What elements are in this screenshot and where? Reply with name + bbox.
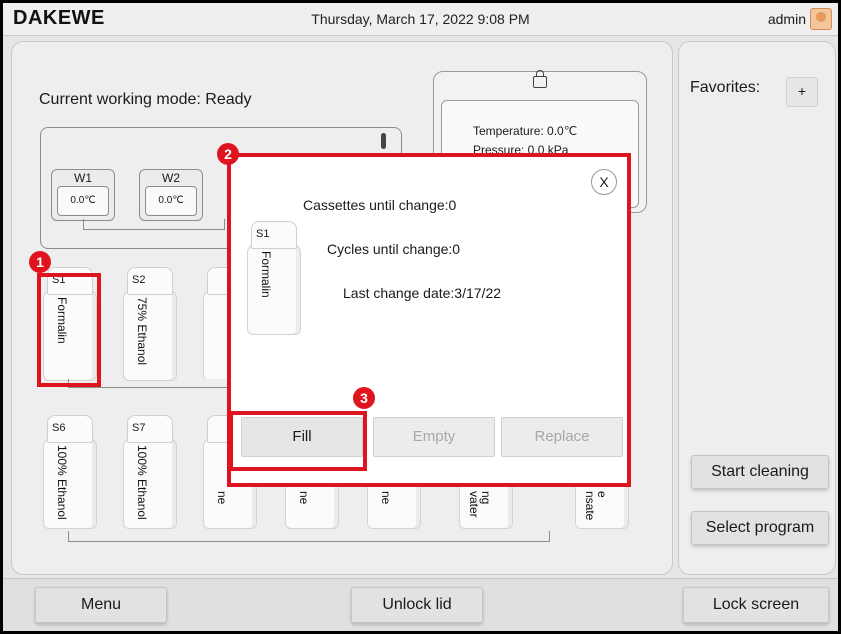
working-mode: Current working mode: Ready [39,91,252,108]
menu-button[interactable]: Menu [35,587,167,623]
highlight-box-1 [37,273,101,387]
lock-screen-button[interactable]: Lock screen [683,587,829,623]
bottle-name-fragment: ne [215,491,229,505]
last-change-date: Last change date:3/17/22 [343,285,502,301]
cycles-until-change: Cycles until change:0 [327,241,461,257]
reagent-bottle-s3[interactable] [203,267,227,379]
side-panel [678,41,836,575]
bottle-name-fragment: e [595,491,609,498]
screen-frame: DAKEWE Thursday, March 17, 2022 9:08 PM … [0,0,841,634]
annotation-badge-2: 2 [217,143,239,165]
add-favorite-button[interactable]: + [786,77,818,107]
wax-bath-label: W1 [74,171,92,185]
top-bar: DAKEWE Thursday, March 17, 2022 9:08 PM … [3,3,838,36]
reagent-bottle-s2[interactable]: S2 75% Ethanol [123,267,177,381]
bottle-name-fragment: ne [379,491,393,505]
bottle-id: S1 [256,228,270,240]
annotation-badge-1: 1 [29,251,51,273]
bottle-id: S6 [52,422,66,434]
lock-icon [533,70,547,88]
wax-bath-temp: 0.0℃ [145,186,197,216]
screen: DAKEWE Thursday, March 17, 2022 9:08 PM … [3,3,838,631]
replace-button[interactable]: Replace [501,417,623,457]
user-name[interactable]: admin [768,11,806,27]
wax-bath-temp: 0.0℃ [57,186,109,216]
wax-bath-w1[interactable]: W1 0.0℃ [51,169,115,221]
bottle-id: S7 [132,422,146,434]
empty-button[interactable]: Empty [373,417,495,457]
thermometer-icon [381,133,386,149]
bottle-name: 75% Ethanol [135,297,149,366]
reagent-bottle-s7[interactable]: S7 100% Ethanol [123,415,177,529]
unlock-lid-button[interactable]: Unlock lid [351,587,483,623]
select-program-button[interactable]: Select program [691,511,829,545]
cassettes-until-change: Cassettes until change:0 [303,197,457,213]
highlight-box-3 [229,411,367,471]
bottle-name: Formalin [259,251,273,298]
bottle-id: S2 [132,274,146,286]
wax-bath-label: W2 [162,171,180,185]
bottle-name-fragment: ng [479,491,493,505]
pipe [68,531,550,542]
retort-temperature: Temperature: 0.0℃ [473,124,578,138]
datetime: Thursday, March 17, 2022 9:08 PM [311,11,530,27]
bottle-name-fragment: ne [297,491,311,505]
close-button[interactable]: X [591,169,617,195]
favorites-label: Favorites: [690,79,761,96]
bottle-name: 100% Ethanol [135,445,149,520]
annotation-badge-3: 3 [353,387,375,409]
bottle-name: 100% Ethanol [55,445,69,520]
start-cleaning-button[interactable]: Start cleaning [691,455,829,489]
avatar[interactable] [810,8,832,30]
reagent-bottle-s6[interactable]: S6 100% Ethanol [43,415,97,529]
pipe [83,219,225,230]
wax-bath-w2[interactable]: W2 0.0℃ [139,169,203,221]
dialog-bottle-image: S1 Formalin [247,221,301,335]
